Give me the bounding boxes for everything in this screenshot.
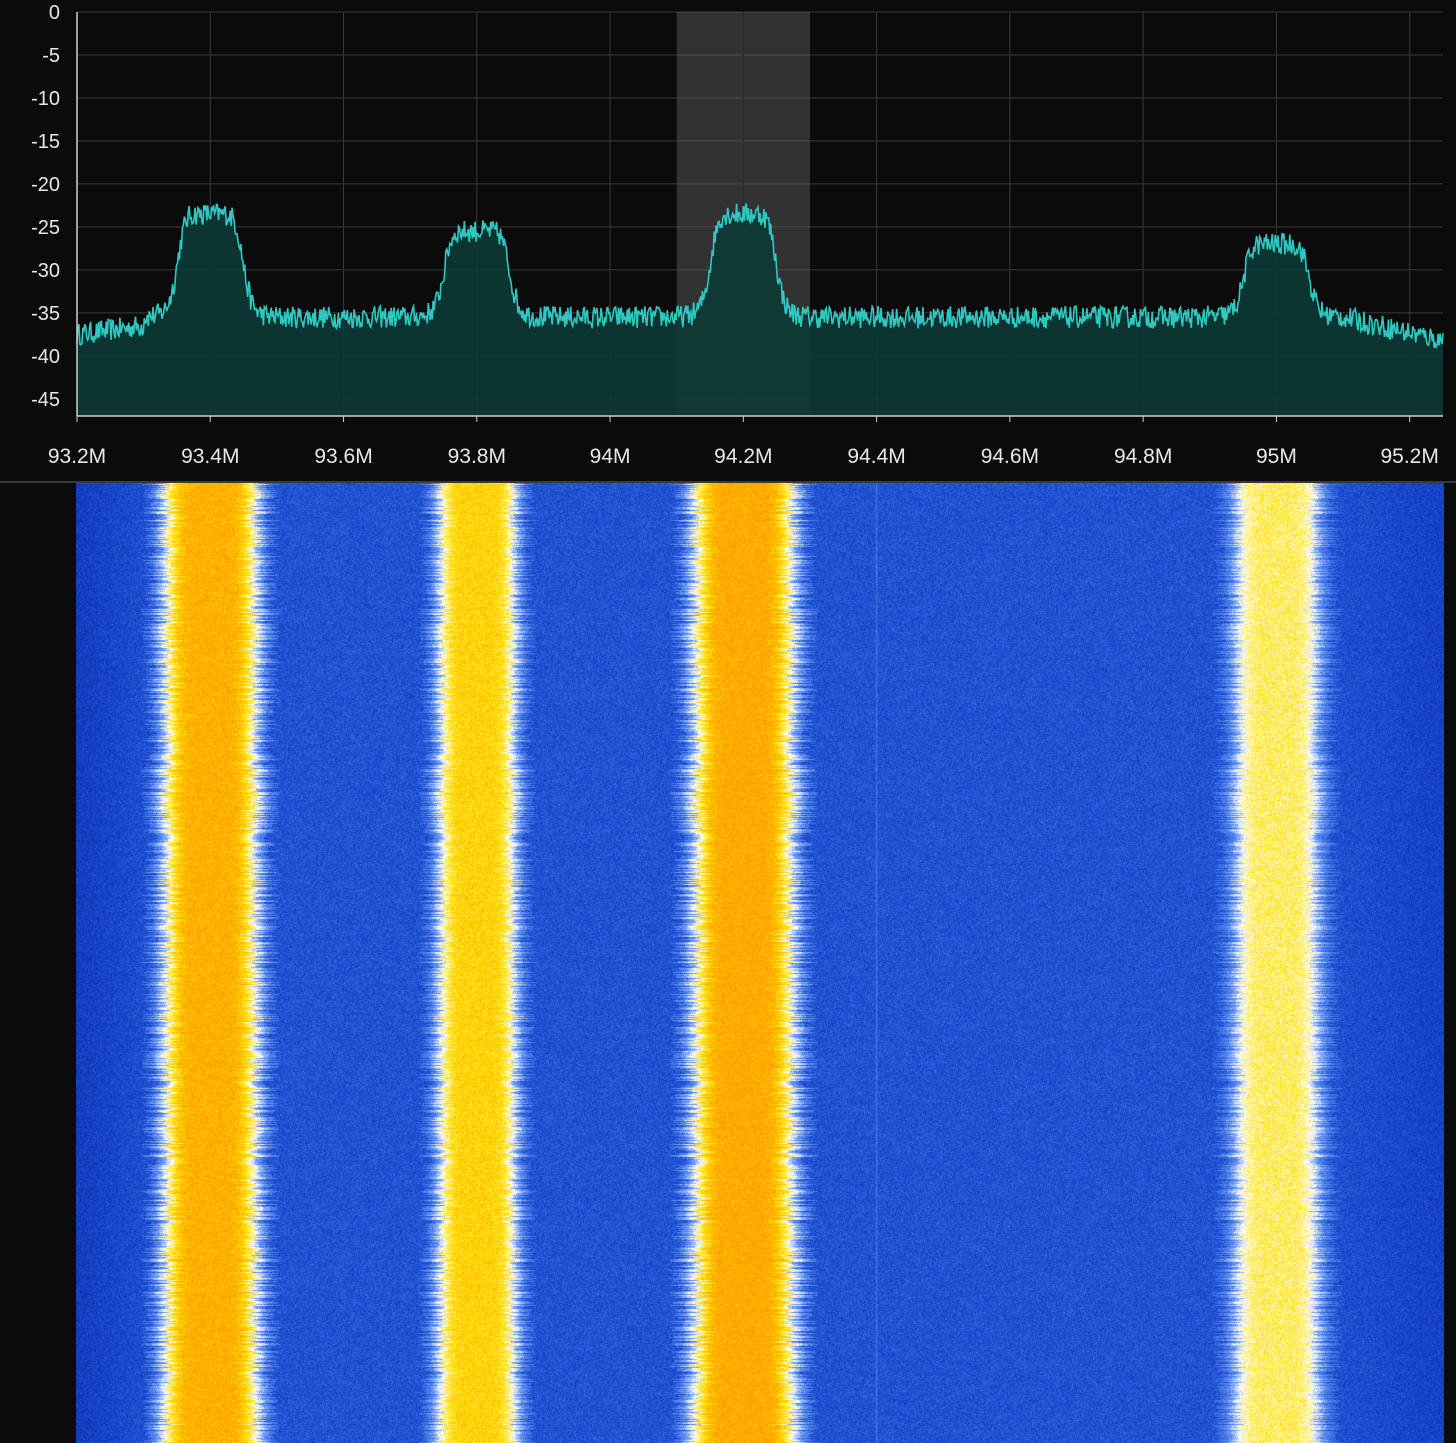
x-tick-label: 94.8M xyxy=(1114,445,1172,468)
x-tick-label: 93.6M xyxy=(314,445,372,468)
y-tick-label: -15 xyxy=(31,131,60,153)
x-tick-label: 95.2M xyxy=(1380,445,1438,468)
y-tick-label: -45 xyxy=(31,389,60,411)
spectrum-chart[interactable]: 0 -5 -10 -15 -20 -25 -30 -35 -40 -45 93.2M 93.4M 93.… xyxy=(0,0,1456,481)
spectrum-fill xyxy=(77,203,1443,416)
x-tick-label: 94.4M xyxy=(847,445,905,468)
x-tick-label: 93.8M xyxy=(448,445,506,468)
x-tick-label: 94.2M xyxy=(714,445,772,468)
x-tick-label: 95M xyxy=(1256,445,1297,468)
waterfall-display[interactable] xyxy=(76,483,1444,1443)
y-tick-label: -10 xyxy=(31,88,60,110)
y-tick-label: -25 xyxy=(31,217,60,239)
y-tick-label: -40 xyxy=(31,346,60,368)
x-tick-label: 94.6M xyxy=(981,445,1039,468)
waterfall-panel[interactable] xyxy=(0,483,1456,1443)
x-tick-label: 94M xyxy=(590,445,631,468)
y-tick-label: 0 xyxy=(49,2,60,24)
y-tick-label: -30 xyxy=(31,260,60,282)
y-tick-label: -35 xyxy=(31,303,60,325)
y-tick-label: -5 xyxy=(42,45,60,67)
x-tick-label: 93.4M xyxy=(181,445,239,468)
y-tick-label: -20 xyxy=(31,174,60,196)
spectrum-panel[interactable]: 0 -5 -10 -15 -20 -25 -30 -35 -40 -45 93.2M 93.4M 93.… xyxy=(0,0,1456,481)
x-tick-label: 93.2M xyxy=(48,445,106,468)
